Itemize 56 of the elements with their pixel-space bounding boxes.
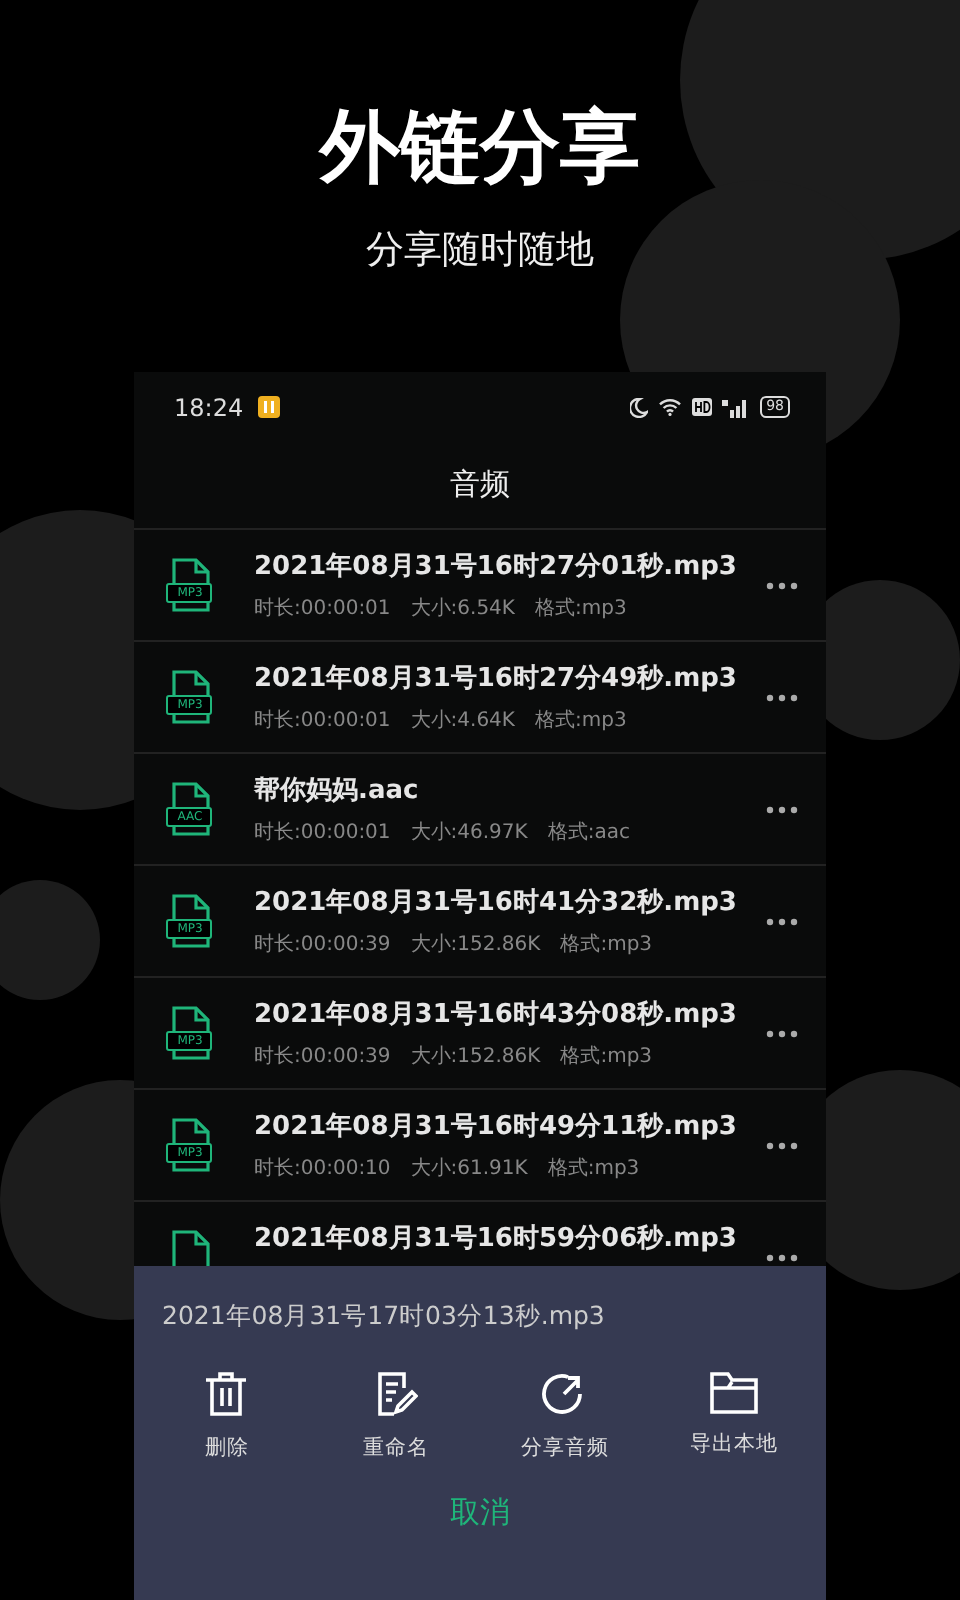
background-circle (0, 880, 100, 1000)
action-button[interactable]: 导出本地 (649, 1370, 818, 1462)
file-name: 2021年08月31号16时49分11秒.mp3 (254, 1110, 739, 1144)
action-button[interactable]: 删除 (142, 1370, 311, 1462)
file-size: 大小:46.97K (410, 819, 528, 846)
audio-file-icon (166, 781, 214, 837)
wifi-icon (658, 398, 683, 416)
file-duration: 时长:00:00:01 (254, 819, 391, 846)
file-name: 2021年08月31号16时41分32秒.mp3 (254, 886, 739, 920)
file-size: 大小:152.86K (410, 931, 541, 958)
audio-file-icon (166, 1117, 214, 1173)
file-format: 格式:mp3 (560, 931, 653, 958)
more-icon[interactable] (766, 1141, 798, 1149)
action-button[interactable]: 分享音频 (480, 1370, 649, 1462)
signal-icon (722, 397, 751, 417)
file-size: 大小:152.86K (410, 1043, 541, 1070)
file-duration: 时长:00:00:39 (254, 1043, 391, 1070)
promo-subtitle: 分享随时随地 (366, 226, 594, 276)
more-icon[interactable] (766, 1029, 798, 1037)
edit-document-icon (373, 1370, 418, 1418)
audio-file-icon (166, 669, 214, 725)
audio-file-icon (166, 893, 214, 949)
more-icon[interactable] (766, 1253, 798, 1261)
audio-file-icon (166, 557, 214, 613)
file-format: 格式:mp3 (534, 595, 627, 622)
more-icon[interactable] (766, 805, 798, 813)
status-time: 18:24 (174, 393, 244, 421)
screen-title: 音频 (450, 466, 510, 504)
file-name: 2021年08月31号16时59分06秒.mp3 (254, 1222, 739, 1256)
file-format: 格式:mp3 (534, 707, 627, 734)
cancel-button[interactable]: 取消 (450, 1494, 510, 1532)
file-name: 帮你妈妈.aac (254, 774, 421, 808)
file-format: 格式:aac (547, 819, 630, 846)
file-duration: 时长:00:00:39 (254, 931, 391, 958)
file-duration: 时长:00:00:10 (254, 1155, 391, 1182)
trash-icon (204, 1370, 249, 1418)
file-name: 2021年08月31号16时27分01秒.mp3 (254, 550, 739, 584)
file-name: 2021年08月31号16时27分49秒.mp3 (254, 662, 739, 696)
promo-title: 外链分享 (320, 100, 640, 198)
file-duration: 时长:00:00:01 (254, 595, 391, 622)
file-size: 大小:6.54K (410, 595, 515, 622)
file-format: 格式:mp3 (560, 1043, 653, 1070)
file-format: 格式:mp3 (547, 1155, 640, 1182)
more-icon[interactable] (766, 917, 798, 925)
file-name: 2021年08月31号16时43分08秒.mp3 (254, 998, 739, 1032)
file-duration: 时长:00:00:01 (254, 707, 391, 734)
action-button[interactable]: 重命名 (311, 1370, 480, 1462)
folder-icon (709, 1370, 758, 1414)
app-badge-icon (257, 396, 280, 418)
more-icon[interactable] (766, 581, 798, 589)
file-size: 大小:4.64K (410, 707, 515, 734)
hd-icon (692, 398, 713, 416)
file-size: 大小:61.91K (410, 1155, 528, 1182)
more-icon[interactable] (766, 693, 798, 701)
audio-file-icon (166, 1005, 214, 1061)
moon-icon (630, 397, 649, 417)
